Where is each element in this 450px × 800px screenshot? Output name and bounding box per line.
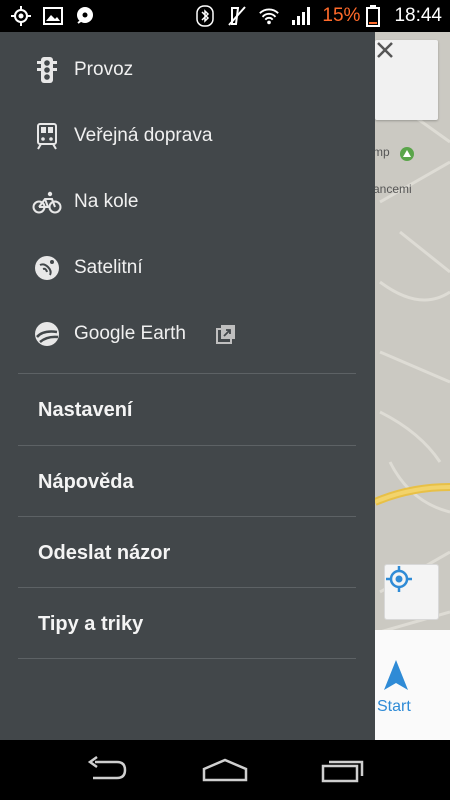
earth-icon (32, 319, 62, 349)
status-bar: 15% 18:44 (0, 0, 450, 32)
menu-item-help[interactable]: Nápověda (0, 447, 375, 517)
layer-label-transit: Veřejná doprava (74, 125, 213, 146)
my-location-icon (386, 566, 412, 592)
home-icon (202, 758, 248, 782)
home-button[interactable] (195, 750, 255, 790)
image-icon (42, 5, 64, 27)
status-left-icons (0, 5, 96, 27)
layer-item-satellite[interactable]: Satelitní (0, 235, 375, 301)
map-label-camp: mp (373, 145, 390, 159)
back-button[interactable] (77, 750, 137, 790)
layer-item-bicycle[interactable]: Na kole (0, 169, 375, 235)
signal-icon (290, 5, 312, 27)
divider (18, 445, 356, 446)
satellite-icon (32, 253, 62, 283)
status-right-icons: 15% 18:44 (194, 5, 450, 27)
menu-label-tips: Tipy a triky (38, 612, 144, 635)
recents-button[interactable] (313, 750, 373, 790)
navigation-drawer: Provoz Veřejná doprava Na kole Satelitní (0, 32, 375, 740)
recents-icon (321, 760, 364, 783)
layer-item-transit[interactable]: Veřejná doprava (0, 103, 375, 169)
layer-label-satellite: Satelitní (74, 257, 143, 278)
mute-icon (226, 5, 248, 27)
close-button[interactable] (375, 40, 438, 120)
bicycle-icon (32, 187, 62, 217)
screen: 15% 18:44 mp ancemi Start Provoz Veřejná… (0, 0, 450, 800)
wifi-icon (258, 5, 280, 27)
divider (18, 587, 356, 588)
map-label-street: ancemi (373, 182, 412, 196)
menu-item-tips[interactable]: Tipy a triky (0, 589, 375, 659)
clock: 18:44 (394, 5, 442, 26)
bluetooth-icon (194, 5, 216, 27)
layer-item-traffic[interactable]: Provoz (0, 37, 375, 103)
divider (18, 373, 356, 374)
gps-icon (10, 5, 32, 27)
menu-label-feedback: Odeslat názor (38, 541, 171, 564)
my-location-button[interactable] (384, 564, 439, 620)
system-nav-bar (0, 740, 450, 800)
music-icon (74, 5, 96, 27)
layer-item-google-earth[interactable]: Google Earth (0, 301, 375, 367)
menu-item-settings[interactable]: Nastavení (0, 375, 375, 445)
back-icon (87, 756, 127, 780)
layer-label-google-earth: Google Earth (74, 323, 186, 344)
layer-label-traffic: Provoz (74, 59, 134, 80)
menu-label-help: Nápověda (38, 470, 134, 493)
menu-label-settings: Nastavení (38, 398, 133, 421)
divider (18, 516, 356, 517)
external-link-icon (216, 324, 236, 344)
train-icon (32, 121, 62, 151)
divider (18, 658, 356, 659)
battery-percent: 15% (322, 5, 361, 26)
start-label[interactable]: Start (377, 698, 411, 716)
battery-group: 15% (322, 5, 384, 27)
layer-label-bicycle: Na kole (74, 191, 139, 212)
menu-item-feedback[interactable]: Odeslat názor (0, 518, 375, 588)
traffic-light-icon (32, 55, 62, 85)
battery-icon (362, 5, 384, 27)
close-icon (377, 42, 393, 58)
